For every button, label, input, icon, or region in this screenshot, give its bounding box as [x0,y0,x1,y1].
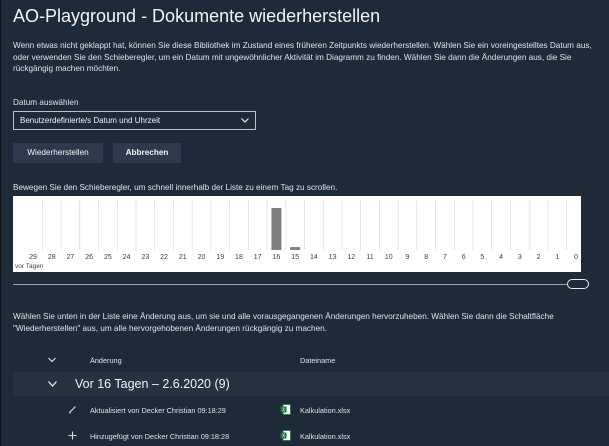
chart-tick-label: 19 [216,254,225,261]
chart-tick-label: 25 [103,254,112,261]
chevron-down-icon[interactable] [47,380,58,388]
day-slider-thumb[interactable] [567,279,589,289]
row-file-name[interactable]: Kalkulation.xlsx [300,406,350,415]
chart-tick-label: 3 [517,254,522,261]
chart-tick-label: 5 [480,254,485,261]
chart-tick-label: 12 [347,254,356,261]
date-select-value: Benutzerdefinierte/s Datum und Uhrzeit [20,116,161,125]
chart-tick-label: 26 [85,254,94,261]
row-change-text[interactable]: Hinzugefügt von Decker Christian 09:18:2… [90,432,229,441]
column-header-change[interactable]: Änderung [90,356,122,365]
chart-tick-label: 28 [47,254,56,261]
chart-tick-label: 10 [384,254,393,261]
chart-tick-label: 22 [160,254,168,261]
chart-tick-label: 20 [197,254,206,261]
date-select[interactable]: Benutzerdefinierte/s Datum und Uhrzeit [13,111,256,130]
group-title: Vor 16 Tagen – 2.6.2020 (9) [75,377,230,391]
chart-x-axis-label: vor Tagen [15,263,44,270]
chart-tick-label: 2 [536,254,541,261]
slider-instruction: Bewegen Sie den Schieberegler, um schnel… [13,183,338,192]
row-file-name[interactable]: Kalkulation.xlsx [300,432,350,441]
chart-tick-label: 4 [499,254,504,261]
pencil-icon [69,406,76,414]
chart-tick-label: 15 [291,254,300,261]
chart-tick-label: 27 [66,254,75,261]
chart-tick-label: 6 [461,254,466,261]
excel-file-icon: X [280,430,291,441]
column-header-file[interactable]: Dateiname [300,356,335,365]
day-slider-track[interactable] [13,284,588,285]
row-change-text[interactable]: Aktualisiert von Decker Christian 09:18:… [90,406,226,415]
chart-tick-label: 21 [178,254,187,261]
chart-tick-label: 23 [141,254,150,261]
chart-tick-label: 7 [442,254,447,261]
chevron-down-icon [241,118,249,123]
restore-panel: AO-Playground - Dokumente wiederherstell… [0,0,609,446]
chart-tick-label: 1 [555,254,560,261]
chart-tick-label: 17 [253,254,262,261]
date-select-label: Datum auswählen [13,98,79,107]
chart-x-axis: 29 28 27 26 25 24 23 22 21 20 19 18 17 16 15 14 13 12 11 10… [13,254,581,264]
page-title: AO-Playground - Dokumente wiederherstell… [13,6,381,26]
plus-icon [68,431,77,440]
chart-tick-label: 9 [405,254,410,261]
collapse-all-icon[interactable] [47,356,57,364]
chart-bar-16 [271,208,282,250]
chart-tick-label: 13 [328,254,337,261]
list-instruction: Wählen Sie unten in der Liste eine Änder… [13,312,554,333]
restore-button[interactable]: Wiederherstellen [13,143,103,163]
intro-text: Wenn etwas nicht geklappt hat, können Si… [13,41,592,74]
chart-tick-label: 14 [309,254,318,261]
chart-tick-label: 8 [424,254,429,261]
chart-tick-label: 29 [29,254,37,261]
excel-file-icon: X [280,404,291,415]
cancel-button[interactable]: Abbrechen [113,143,181,163]
chart-bar-15 [290,247,301,250]
chart-tick-label: 0 [574,254,578,261]
chart-tick-label: 16 [272,254,281,261]
chart-tick-label: 18 [235,254,243,261]
chart-tick-label: 24 [122,254,131,261]
chart-tick-label: 11 [366,254,374,261]
